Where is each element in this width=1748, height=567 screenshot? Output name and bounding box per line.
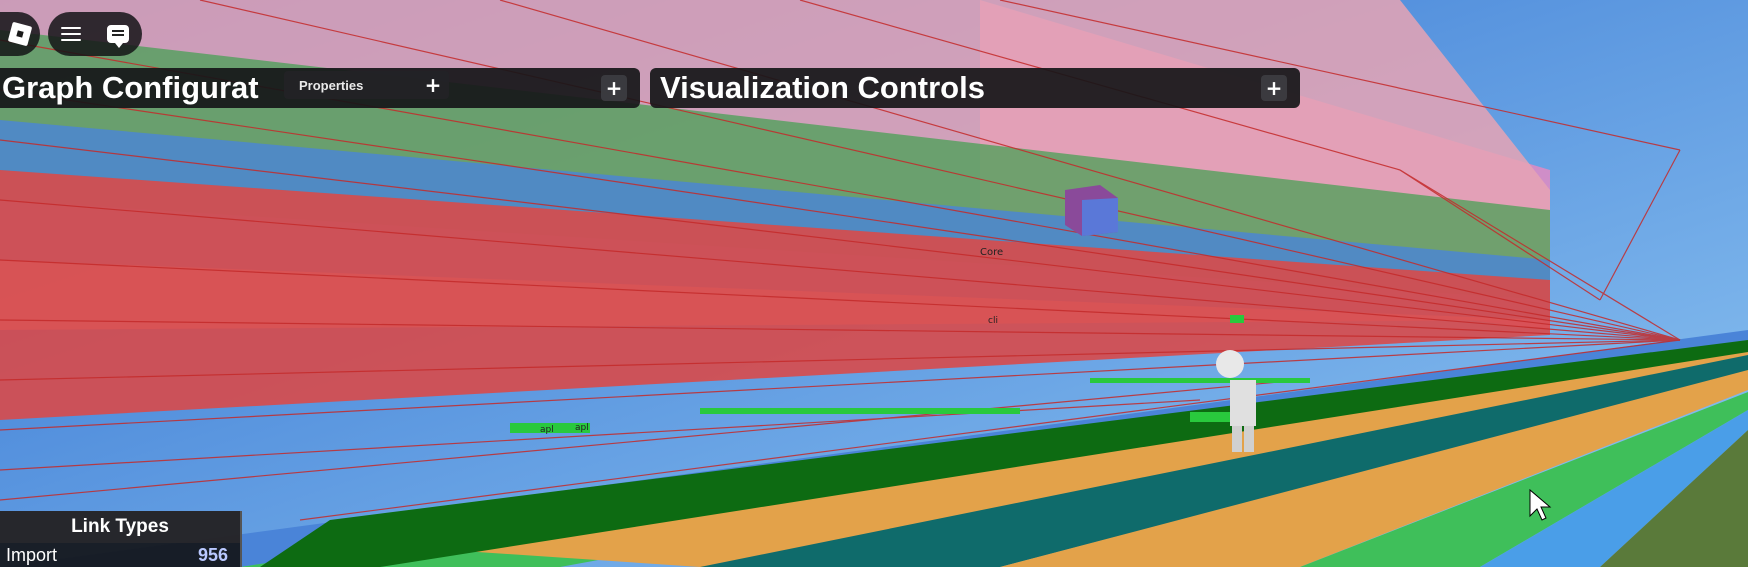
graph-configuration-expand-button[interactable]: +	[601, 75, 627, 101]
roblox-logo-icon	[7, 21, 33, 47]
link-type-count: 956	[197, 544, 228, 565]
scene-label-apl-2: apl	[575, 423, 589, 433]
properties-tab[interactable]: Properties +	[284, 71, 449, 99]
link-type-name: Import	[6, 544, 58, 565]
scene-label-core: Core	[980, 247, 1003, 258]
link-type-row[interactable]: Import 956	[0, 543, 240, 567]
properties-expand-button[interactable]: +	[420, 72, 446, 98]
scene-label-apl: apl	[540, 425, 554, 435]
visualization-controls-panel: Visualization Controls +	[650, 68, 1300, 108]
properties-label: Properties	[299, 77, 364, 93]
top-bar-pill	[48, 12, 142, 56]
visualization-controls-expand-button[interactable]: +	[1261, 75, 1287, 101]
chat-icon[interactable]	[107, 25, 129, 48]
link-types-title: Link Types	[0, 511, 240, 543]
hamburger-menu-icon[interactable]	[61, 26, 81, 42]
visualization-controls-title: Visualization Controls	[660, 70, 985, 105]
graph-configuration-title: Graph Configurat	[2, 70, 259, 105]
scene-label-cli: cli	[988, 316, 998, 326]
graph-node-cube[interactable]	[1065, 185, 1118, 236]
link-types-panel: Link Types Import 956	[0, 511, 242, 567]
